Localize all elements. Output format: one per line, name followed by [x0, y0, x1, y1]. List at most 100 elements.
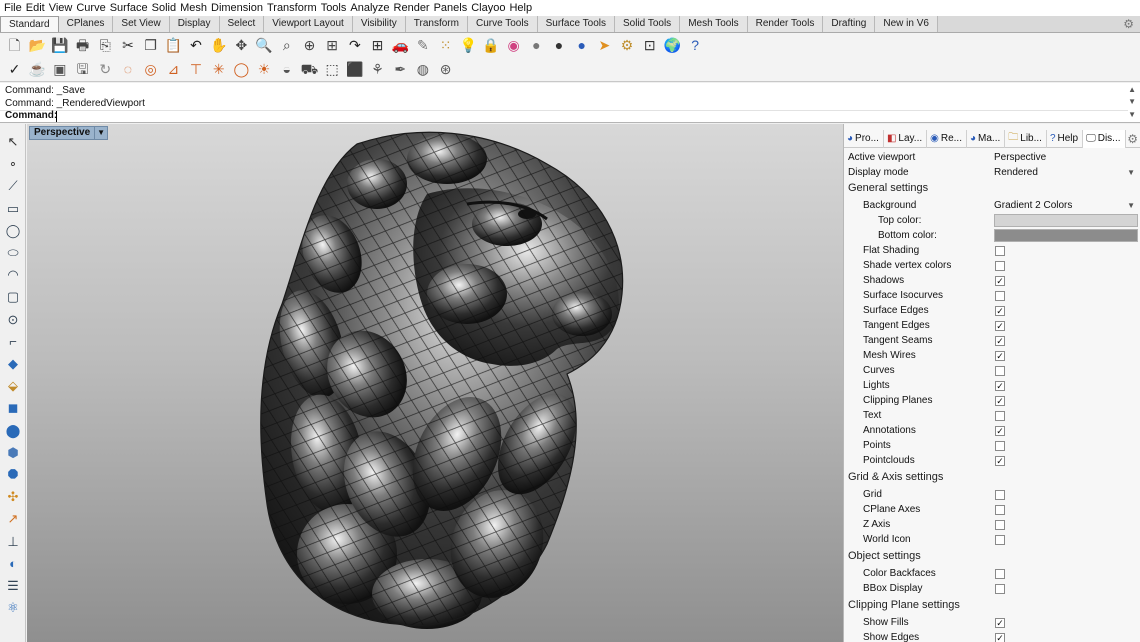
circle-icon[interactable]: ◯ — [3, 221, 23, 241]
menu-file[interactable]: File — [3, 0, 25, 16]
pointer-arrow-icon[interactable]: ➤ — [594, 35, 615, 56]
history-scroll-down-icon[interactable]: ▼ — [1128, 97, 1136, 106]
menu-dimension[interactable]: Dimension — [210, 0, 266, 16]
bulb-icon[interactable]: 💡 — [458, 35, 479, 56]
box-alt-icon[interactable]: ⬛ — [344, 59, 365, 80]
help-icon[interactable]: ? — [685, 35, 706, 56]
brush-alt-icon[interactable]: ✒ — [390, 59, 411, 80]
rectangle-alt-icon[interactable]: ▢ — [3, 287, 23, 307]
chevron-down-icon[interactable]: ▼ — [94, 127, 107, 139]
target-icon[interactable]: ◎ — [140, 59, 161, 80]
save-icon[interactable]: 💾 — [49, 35, 70, 56]
copy-icon[interactable]: ❐ — [140, 35, 161, 56]
gizmo-icon[interactable]: ⚛ — [3, 598, 23, 618]
tab-surface-tools[interactable]: Surface Tools — [537, 16, 615, 32]
menu-curve[interactable]: Curve — [75, 0, 108, 16]
menu-render[interactable]: Render — [393, 0, 433, 16]
setting-show-fills-checkbox[interactable]: ✓ — [995, 618, 1005, 628]
paste-icon[interactable]: 📋 — [163, 35, 184, 56]
sphere-grid-icon[interactable]: ◍ — [412, 59, 433, 80]
setting-z-axis-checkbox[interactable] — [995, 520, 1005, 530]
tab-viewport-layout[interactable]: Viewport Layout — [264, 16, 353, 32]
panel-tab-render[interactable]: ◉ Re... — [927, 129, 967, 148]
sun-icon[interactable]: ☀ — [254, 59, 275, 80]
panel-tab-layers[interactable]: ◧ Lay... — [884, 129, 928, 148]
box-icon[interactable]: ⬚ — [322, 59, 343, 80]
arc-icon[interactable]: ◠ — [3, 265, 23, 285]
tab-transform[interactable]: Transform — [405, 16, 468, 32]
boolean-icon[interactable]: ◐ — [3, 554, 23, 574]
setting-cplane-axes-checkbox[interactable] — [995, 505, 1005, 515]
ring-icon[interactable]: ◯ — [231, 59, 252, 80]
sphere-blue-icon[interactable]: ● — [571, 35, 592, 56]
setting-shadows-checkbox[interactable]: ✓ — [995, 276, 1005, 286]
car-render-icon[interactable]: 🚗 — [390, 35, 411, 56]
zoom-window-icon[interactable]: ⌕ — [276, 35, 297, 56]
globe-icon[interactable]: 🌍 — [662, 35, 683, 56]
menu-solid[interactable]: Solid — [151, 0, 179, 16]
sphere-gray-icon[interactable]: ● — [526, 35, 547, 56]
tab-solid-tools[interactable]: Solid Tools — [615, 16, 681, 32]
tab-standard[interactable]: Standard — [0, 16, 59, 32]
teapot-icon[interactable]: ☕ — [27, 59, 48, 80]
sun-burst-icon[interactable]: ✳ — [208, 59, 229, 80]
display-mode-row[interactable]: Display mode Rendered ▼ — [844, 165, 1140, 180]
import-icon[interactable]: ⎘ — [95, 35, 116, 56]
save-render-icon[interactable]: 🖫 — [72, 59, 93, 80]
viewport-title-tab[interactable]: Perspective ▼ — [29, 126, 109, 140]
rectangle-icon[interactable]: ▭ — [3, 199, 23, 219]
panel-tab-materials[interactable]: ◕ Ma... — [967, 129, 1006, 148]
setting-text-checkbox[interactable] — [995, 411, 1005, 421]
setting-curves-checkbox[interactable] — [995, 366, 1005, 376]
panel-gear-icon[interactable]: ⚙ — [1127, 132, 1138, 146]
menu-help[interactable]: Help — [508, 0, 535, 16]
solid-sphere-icon[interactable]: ⬤ — [3, 421, 23, 441]
grid-snap-icon[interactable]: ⊡ — [639, 35, 660, 56]
pan-icon[interactable]: ✋ — [208, 35, 229, 56]
undo-icon[interactable]: ↶ — [186, 35, 207, 56]
protractor-icon[interactable]: ⊿ — [163, 59, 184, 80]
bottom-color-swatch[interactable] — [994, 229, 1138, 242]
rotate-3d-icon[interactable]: ↻ — [95, 59, 116, 80]
panel-tab-help[interactable]: ? Help — [1047, 129, 1084, 148]
setting-show-edges-checkbox[interactable]: ✓ — [995, 633, 1005, 642]
menu-clayoo[interactable]: Clayoo — [470, 0, 508, 16]
setting-annotations-checkbox[interactable]: ✓ — [995, 426, 1005, 436]
chevron-down-icon[interactable]: ▼ — [1127, 198, 1135, 213]
tab-new-in-v6[interactable]: New in V6 — [875, 16, 938, 32]
setting-color-backfaces-checkbox[interactable] — [995, 569, 1005, 579]
background-row[interactable]: Background Gradient 2 Colors ▼ — [844, 198, 1140, 213]
tab-set-view[interactable]: Set View — [113, 16, 170, 32]
top-color-swatch[interactable] — [994, 214, 1138, 227]
materials-ball-icon[interactable]: ⊛ — [435, 59, 456, 80]
setting-clipping-planes-checkbox[interactable]: ✓ — [995, 396, 1005, 406]
lion-head-model[interactable] — [27, 124, 843, 642]
menu-panels[interactable]: Panels — [433, 0, 471, 16]
menu-surface[interactable]: Surface — [109, 0, 151, 16]
tab-display[interactable]: Display — [169, 16, 220, 32]
point-icon[interactable]: ∘ — [3, 154, 23, 174]
setting-shade-vertex-colors-checkbox[interactable] — [995, 261, 1005, 271]
analyze-arrow-icon[interactable]: ↗ — [3, 509, 23, 529]
t-square-icon[interactable]: ⊤ — [186, 59, 207, 80]
setting-pointclouds-checkbox[interactable]: ✓ — [995, 456, 1005, 466]
tab-drafting[interactable]: Drafting — [823, 16, 876, 32]
setting-tangent-edges-checkbox[interactable]: ✓ — [995, 321, 1005, 331]
menu-edit[interactable]: Edit — [25, 0, 48, 16]
surface-patch-icon[interactable]: ◆ — [3, 354, 23, 374]
sphere-dark-icon[interactable]: ● — [549, 35, 570, 56]
panel-tab-library[interactable]: 🗀 Lib... — [1005, 129, 1047, 148]
menu-transform[interactable]: Transform — [266, 0, 320, 16]
menu-tools[interactable]: Tools — [320, 0, 350, 16]
tab-settings-gear-icon[interactable]: ⚙ — [1123, 17, 1134, 31]
render-preview-icon[interactable]: ▣ — [49, 59, 70, 80]
circle-check-icon[interactable]: ✓ — [4, 59, 25, 80]
setting-grid-checkbox[interactable] — [995, 490, 1005, 500]
menu-view[interactable]: View — [48, 0, 76, 16]
print-icon[interactable]: 🖶 — [72, 35, 93, 56]
brush-icon[interactable]: ✎ — [412, 35, 433, 56]
tab-visibility[interactable]: Visibility — [352, 16, 406, 32]
shadow-icon[interactable]: ◒ — [276, 59, 297, 80]
tab-render-tools[interactable]: Render Tools — [747, 16, 824, 32]
tab-mesh-tools[interactable]: Mesh Tools — [680, 16, 748, 32]
